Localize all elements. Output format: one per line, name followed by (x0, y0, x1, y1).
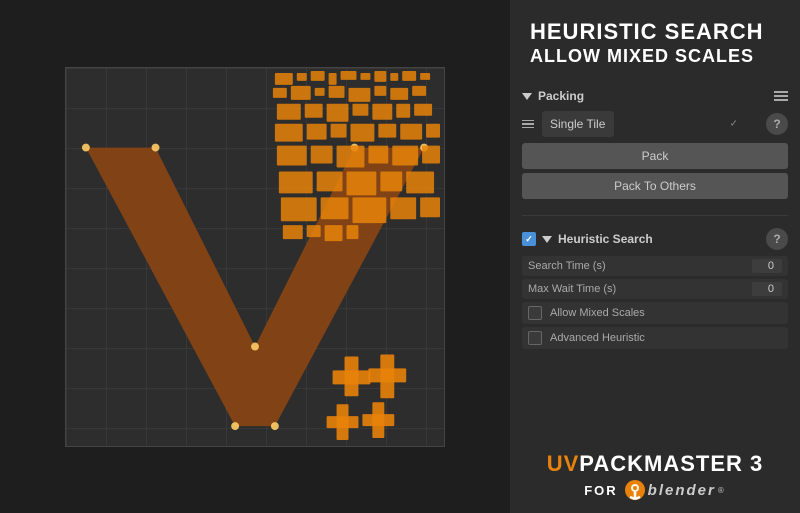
for-text: FOR (584, 483, 617, 498)
packing-help-button[interactable]: ? (766, 113, 788, 135)
title-heuristic-search: HEURISTIC SEARCH (530, 20, 780, 44)
heuristic-left: Heuristic Search (522, 232, 653, 246)
trademark-symbol: ® (718, 486, 726, 495)
uv-canvas (65, 67, 445, 447)
hamburger-icon (522, 120, 534, 129)
heuristic-enabled-checkbox[interactable] (522, 232, 536, 246)
blender-icon (624, 479, 646, 501)
advanced-heuristic-checkbox[interactable] (528, 331, 542, 345)
search-time-value[interactable]: 0 (752, 259, 782, 273)
allow-mixed-checkbox[interactable] (528, 306, 542, 320)
header-area: HEURISTIC SEARCH ALLOW MIXED SCALES (510, 0, 800, 77)
packing-section: Packing Single Tile ? Pack Pack To Oth (510, 77, 800, 211)
right-panel: HEURISTIC SEARCH ALLOW MIXED SCALES Pack… (510, 0, 800, 513)
advanced-heuristic-label: Advanced Heuristic (550, 332, 645, 344)
tile-mode-select[interactable]: Single Tile (542, 111, 614, 137)
packing-collapse-icon[interactable] (522, 93, 532, 100)
packing-title[interactable]: Packing (522, 89, 584, 103)
heuristic-collapse-icon[interactable] (542, 236, 552, 243)
uv-viewport-panel (0, 0, 510, 513)
divider-1 (522, 215, 788, 216)
uv-viewport[interactable] (0, 0, 510, 513)
max-wait-label: Max Wait Time (s) (528, 283, 616, 295)
allow-mixed-row[interactable]: Allow Mixed Scales (522, 302, 788, 324)
tile-dropdown-wrapper: Single Tile (542, 111, 762, 137)
blender-text: blender (648, 482, 716, 499)
packing-section-header: Packing (522, 85, 788, 107)
branding-area: UVPACKMASTER 3 FOR blender® (510, 435, 800, 513)
uvpackmaster-brand: UVPACKMASTER 3 (530, 451, 780, 477)
packing-menu-icon[interactable] (774, 91, 788, 101)
heuristic-help-button[interactable]: ? (766, 228, 788, 250)
search-time-label: Search Time (s) (528, 260, 606, 272)
search-time-row: Search Time (s) 0 (522, 256, 788, 276)
advanced-heuristic-row[interactable]: Advanced Heuristic (522, 327, 788, 349)
brand-packmaster: PACKMASTER (579, 451, 743, 476)
dropdown-row: Single Tile ? (522, 111, 788, 137)
title-allow-mixed: ALLOW MIXED SCALES (530, 46, 780, 67)
v-shape (66, 68, 444, 446)
heuristic-header: Heuristic Search ? (522, 228, 788, 250)
heuristic-label: Heuristic Search (558, 232, 653, 246)
max-wait-value[interactable]: 0 (752, 282, 782, 296)
pack-button[interactable]: Pack (522, 143, 788, 169)
blender-logo: blender® (624, 479, 726, 501)
packing-label: Packing (538, 89, 584, 103)
brand-uv: UV (547, 451, 580, 476)
heuristic-section: Heuristic Search ? Search Time (s) 0 Max… (510, 220, 800, 360)
max-wait-row: Max Wait Time (s) 0 (522, 279, 788, 299)
brand-version: 3 (750, 451, 763, 476)
brand-for-blender: FOR blender® (530, 479, 780, 501)
pack-to-others-button[interactable]: Pack To Others (522, 173, 788, 199)
allow-mixed-label: Allow Mixed Scales (550, 307, 645, 319)
